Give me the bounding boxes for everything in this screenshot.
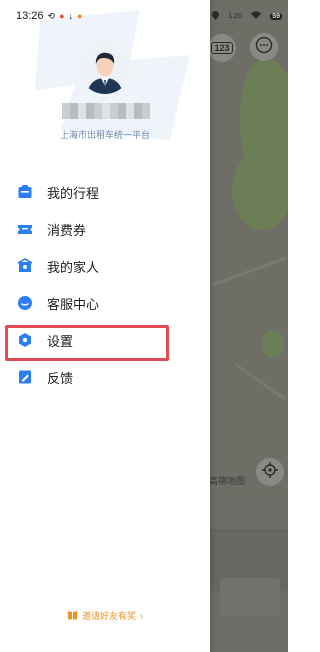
menu-item-label: 消费券 [47,222,87,238]
family-icon [17,258,33,274]
username-redacted [62,103,150,119]
chevron-right-icon: › [140,610,143,621]
settings-icon [17,332,33,348]
map-status-bar: 1.20 59 [212,8,288,24]
status-bar: 13:26 ⟲ ● ↓ ● [16,8,82,24]
menu-item-label: 我的行程 [47,185,100,201]
menu-item-trips[interactable]: 我的行程 [0,174,210,210]
map-provider-label: 高德地图 [209,476,246,486]
download-icon: ↓ [68,11,74,21]
map-bottom-panel [210,500,288,652]
map-road [211,256,287,287]
coupon-icon [17,221,33,237]
gift-icon [67,609,78,622]
map-land [232,150,288,230]
crosshair-icon [262,461,278,483]
menu-item-label: 设置 [47,333,74,349]
status-time: 13:26 [16,10,44,22]
plate-button-label: 123 [211,42,233,54]
map-land [262,330,284,358]
menu-item-customer-service[interactable]: 客服中心 [0,285,210,321]
battery-indicator: 59 [270,12,282,20]
plate-button[interactable]: 123 [208,34,236,62]
map-road [234,363,286,400]
signal-readout: 1.20 [228,12,242,20]
menu-item-label: 反馈 [47,370,74,386]
menu-item-settings[interactable]: 设置 [0,322,210,358]
menu-item-label: 客服中心 [47,296,100,312]
panel-input[interactable] [220,578,280,616]
customer-service-icon [17,295,33,311]
location-status-icon [212,10,219,22]
chat-button[interactable] [250,33,278,61]
feedback-icon [17,369,33,385]
user-avatar-icon [79,42,131,94]
locate-button[interactable] [256,458,284,486]
menu-item-coupons[interactable]: 消费券 [0,211,210,247]
trip-icon [17,184,33,200]
invite-label: 邀请好友有奖 [81,611,136,621]
chat-bubble-icon [255,36,273,59]
side-drawer: 13:26 ⟲ ● ↓ ● 上海市出租车统一平台 我的行程 消费券 我的家人 客… [0,0,210,652]
app-notification-icon: ● [59,11,65,21]
menu-item-feedback[interactable]: 反馈 [0,359,210,395]
wifi-icon [251,11,261,21]
sync-icon: ⟲ [47,10,56,21]
invite-friends-link[interactable]: 邀请好友有奖 › [0,609,210,622]
platform-label: 上海市出租车统一平台 [59,130,150,140]
game-notification-icon: ● [77,11,83,21]
menu-item-label: 我的家人 [47,259,100,275]
menu-item-family[interactable]: 我的家人 [0,248,210,284]
avatar[interactable] [79,42,131,94]
